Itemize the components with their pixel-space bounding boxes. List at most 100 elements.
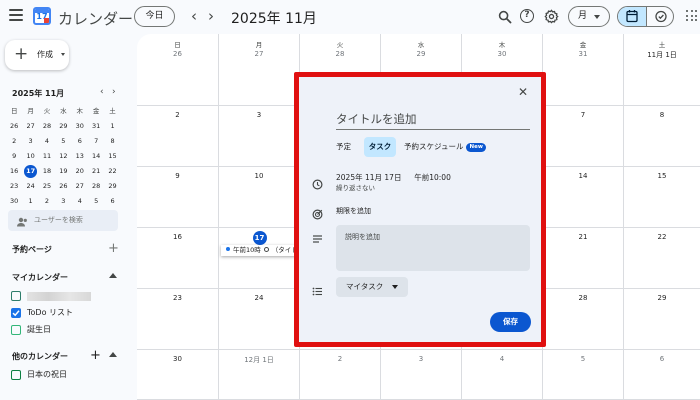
app-name[interactable]: カレンダー [58,8,133,29]
menu-icon[interactable] [9,9,23,21]
tasks-view-icon[interactable] [646,7,673,26]
day-cell[interactable]: 17 [218,228,299,289]
search-icon[interactable] [498,9,512,24]
mini-day[interactable]: 2 [6,134,22,149]
day-cell[interactable]: 3 [218,106,299,167]
mini-day[interactable]: 21 [88,164,104,179]
day-number[interactable]: 28 [543,294,623,302]
day-cell[interactable]: 9 [137,167,218,228]
mini-day[interactable]: 9 [6,149,22,164]
tab-appointment-schedule[interactable]: 予約スケジュール New [404,137,494,157]
mini-day[interactable]: 7 [88,134,104,149]
mini-day[interactable]: 4 [72,194,88,209]
mini-day[interactable]: 15 [104,149,120,164]
settings-icon[interactable] [544,9,559,24]
mini-day[interactable]: 29 [104,179,120,194]
mini-day[interactable]: 20 [72,164,88,179]
day-cell[interactable]: 2 [299,350,380,400]
day-number[interactable]: 11月 1日 [624,50,700,60]
day-cell[interactable]: 21 [542,228,623,289]
mini-day[interactable]: 29 [55,119,71,134]
calendar-checkbox-checked[interactable] [11,308,21,318]
mini-day[interactable]: 3 [55,194,71,209]
mini-day-today[interactable]: 17 [22,164,38,179]
day-number[interactable]: 9 [137,172,218,180]
mini-day[interactable]: 28 [39,119,55,134]
day-cell[interactable]: 4 [461,350,542,400]
today-date-marker[interactable]: 17 [252,231,267,245]
day-cell[interactable]: 7 [542,106,623,167]
day-cell[interactable]: 5 [542,350,623,400]
mini-day[interactable]: 30 [6,194,22,209]
day-number[interactable]: 4 [462,355,542,363]
mini-day[interactable]: 30 [72,119,88,134]
day-number[interactable]: 2 [137,111,218,119]
mini-day[interactable]: 27 [72,179,88,194]
mini-day[interactable]: 8 [104,134,120,149]
task-chip[interactable]: 午前10時 （タイトルなし） [221,245,296,256]
calendar-view-icon[interactable] [618,7,646,26]
mini-day[interactable]: 1 [22,194,38,209]
mini-day[interactable]: 10 [22,149,38,164]
mini-day[interactable]: 22 [104,164,120,179]
day-number[interactable]: 5 [543,355,623,363]
mini-day[interactable]: 18 [39,164,55,179]
repeat-setting[interactable]: 繰り返さない [336,182,375,192]
next-month-button[interactable]: › [208,8,214,24]
day-cell[interactable]: 24 [218,289,299,350]
mini-day[interactable]: 5 [88,194,104,209]
mini-day[interactable]: 23 [6,179,22,194]
apps-icon[interactable] [686,10,698,22]
mini-day[interactable]: 1 [104,119,120,134]
chevron-up-icon[interactable] [109,273,117,278]
mini-day[interactable]: 13 [72,149,88,164]
day-number[interactable]: 29 [624,294,700,302]
mini-day[interactable]: 14 [88,149,104,164]
day-cell[interactable]: 3 [380,350,461,400]
mini-day[interactable]: 11 [39,149,55,164]
mini-day[interactable]: 24 [22,179,38,194]
day-number[interactable]: 30 [462,50,542,58]
day-number[interactable]: 8 [624,111,700,119]
day-number[interactable]: 24 [219,294,299,302]
today-button[interactable]: 今日 [134,6,175,27]
day-number[interactable]: 22 [624,233,700,241]
calendar-logo[interactable]: 17 [33,7,51,25]
save-button[interactable]: 保存 [490,312,531,332]
day-cell[interactable]: 2 [137,106,218,167]
mini-day[interactable]: 28 [88,179,104,194]
mini-day[interactable]: 6 [72,134,88,149]
day-number[interactable]: 3 [219,111,299,119]
mini-day[interactable]: 26 [6,119,22,134]
mini-day[interactable]: 2 [39,194,55,209]
mini-day[interactable]: 26 [55,179,71,194]
task-list-select[interactable]: マイタスク [336,277,408,297]
chevron-up-icon[interactable] [109,352,117,357]
day-number[interactable]: 7 [543,111,623,119]
day-number[interactable]: 26 [137,50,218,58]
day-number[interactable]: 31 [543,50,623,58]
add-booking-page-icon[interactable]: + [108,242,119,255]
day-cell[interactable]: 月 27 [218,34,299,106]
day-cell[interactable]: 10 [218,167,299,228]
view-selector[interactable]: 月 [568,6,610,27]
calendar-checkbox[interactable] [11,325,21,335]
day-number[interactable]: 12月 1日 [219,355,299,365]
add-other-calendar-icon[interactable]: + [90,349,101,362]
mini-day[interactable]: 16 [6,164,22,179]
calendar-checkbox[interactable] [11,370,21,380]
booking-pages-title[interactable]: 予約ページ [12,244,52,255]
day-number[interactable]: 21 [543,233,623,241]
day-cell[interactable]: 28 [542,289,623,350]
user-search-input[interactable]: ユーザーを検索 [8,210,118,231]
day-cell[interactable]: 22 [623,228,700,289]
description-input[interactable]: 説明を追加 [336,225,530,271]
add-deadline[interactable]: 期限を追加 [336,206,371,216]
day-number[interactable]: 15 [624,172,700,180]
create-button[interactable]: + 作成 [5,40,69,70]
mini-day[interactable]: 27 [22,119,38,134]
day-cell[interactable]: 12月 1日 [218,350,299,400]
day-number[interactable]: 27 [219,50,299,58]
day-number[interactable]: 3 [381,355,461,363]
day-number[interactable]: 10 [219,172,299,180]
